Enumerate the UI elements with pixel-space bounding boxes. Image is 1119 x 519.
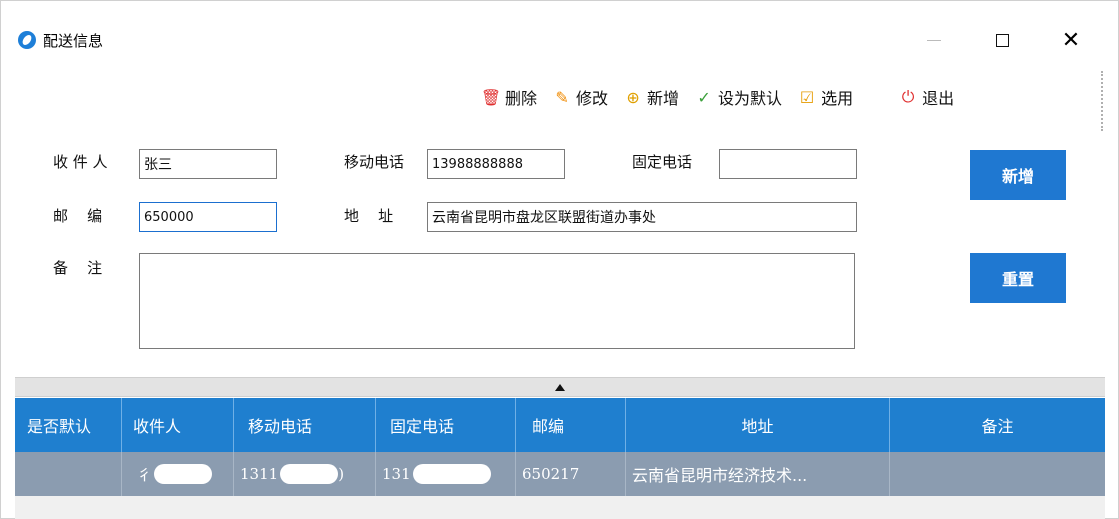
check-circle-icon: ✓: [697, 87, 711, 107]
cell-recipient-text: 彳: [137, 465, 153, 484]
address-input[interactable]: [427, 202, 857, 232]
address-grid: 是否默认 收件人 移动电话 固定电话 邮编 地址 备注 彳 1311) 131 …: [15, 398, 1105, 519]
toolbar-grip: [1101, 71, 1103, 131]
cell-recipient: 彳: [122, 452, 234, 496]
checkbox-icon: ☑: [799, 87, 815, 107]
column-header-address[interactable]: 地址: [626, 398, 890, 452]
column-header-remark[interactable]: 备注: [890, 398, 1105, 452]
table-row[interactable]: 彳 1311) 131 650217 云南省昆明市经济技术...: [15, 452, 1105, 496]
cell-is-default: [15, 452, 122, 496]
set-default-button[interactable]: ✓ 设为默认: [694, 85, 782, 109]
cell-mobile: 1311): [234, 452, 376, 496]
select-button[interactable]: ☑ 选用: [797, 85, 853, 109]
exit-label: 退出: [922, 89, 955, 108]
cell-mobile-tail: ): [338, 465, 345, 483]
remark-textarea[interactable]: [139, 253, 855, 349]
column-header-mobile[interactable]: 移动电话: [234, 398, 376, 452]
add-button[interactable]: 新增: [970, 150, 1066, 200]
cell-landline-text: 131: [382, 465, 411, 483]
minimize-button[interactable]: [911, 23, 957, 57]
reset-button[interactable]: 重置: [970, 253, 1066, 303]
close-icon: ✕: [1061, 27, 1081, 53]
address-label: 地 址: [344, 207, 394, 225]
exit-button[interactable]: ⏻ 退出: [898, 85, 954, 109]
trash-icon: 🗑: [480, 87, 502, 107]
zip-input[interactable]: [139, 202, 277, 232]
collapse-up-icon[interactable]: [555, 384, 565, 391]
title-bar: 配送信息 ✕: [1, 1, 1118, 53]
delete-label: 删除: [505, 89, 538, 108]
delivery-info-window: 配送信息 ✕ 🗑 删除 ✎ 修改 ⊕ 新增 ✓ 设为默认 ☑ 选用 ⏻ 退出 收…: [0, 0, 1119, 519]
toolbar: 🗑 删除 ✎ 修改 ⊕ 新增 ✓ 设为默认 ☑ 选用 ⏻ 退出: [481, 81, 969, 113]
recipient-label: 收 件 人: [53, 153, 108, 171]
zip-label: 邮 编: [53, 207, 103, 225]
pencil-icon: ✎: [555, 87, 569, 107]
edit-button[interactable]: ✎ 修改: [552, 85, 608, 109]
landline-label: 固定电话: [632, 153, 693, 171]
column-header-landline[interactable]: 固定电话: [376, 398, 516, 452]
privacy-mask: [412, 464, 491, 484]
cell-address: 云南省昆明市经济技术...: [626, 452, 890, 496]
recipient-input[interactable]: [139, 149, 277, 179]
privacy-mask: [154, 464, 213, 484]
cell-mobile-text: 1311: [240, 465, 279, 483]
remark-label: 备 注: [53, 259, 103, 277]
power-icon: ⏻: [901, 87, 915, 106]
set-default-label: 设为默认: [718, 89, 783, 108]
minimize-icon: [927, 39, 941, 41]
column-header-is-default[interactable]: 是否默认: [15, 398, 122, 452]
maximize-icon: [995, 33, 1009, 47]
column-header-recipient[interactable]: 收件人: [122, 398, 234, 452]
mobile-input[interactable]: [427, 149, 565, 179]
add-toolbar-button[interactable]: ⊕ 新增: [623, 85, 679, 109]
edit-label: 修改: [576, 89, 609, 108]
grid-header: 是否默认 收件人 移动电话 固定电话 邮编 地址 备注: [15, 398, 1105, 452]
close-button[interactable]: ✕: [1048, 23, 1094, 57]
maximize-button[interactable]: [979, 23, 1025, 57]
select-label: 选用: [821, 89, 854, 108]
column-header-zip[interactable]: 邮编: [516, 398, 626, 452]
add-label: 新增: [647, 89, 680, 108]
mobile-label: 移动电话: [344, 153, 405, 171]
delete-button[interactable]: 🗑 删除: [481, 85, 537, 109]
landline-input[interactable]: [719, 149, 857, 179]
window-title: 配送信息: [43, 32, 104, 50]
cell-zip: 650217: [516, 452, 626, 496]
cell-remark: [890, 452, 1105, 496]
privacy-mask: [280, 464, 339, 484]
address-form: 收 件 人 移动电话 固定电话 邮 编 地 址 备 注 新增 重置: [15, 131, 1105, 377]
app-logo-icon: [18, 31, 36, 49]
add-row-icon: ⊕: [626, 87, 640, 107]
panel-splitter[interactable]: [15, 377, 1105, 397]
cell-landline: 131: [376, 452, 516, 496]
